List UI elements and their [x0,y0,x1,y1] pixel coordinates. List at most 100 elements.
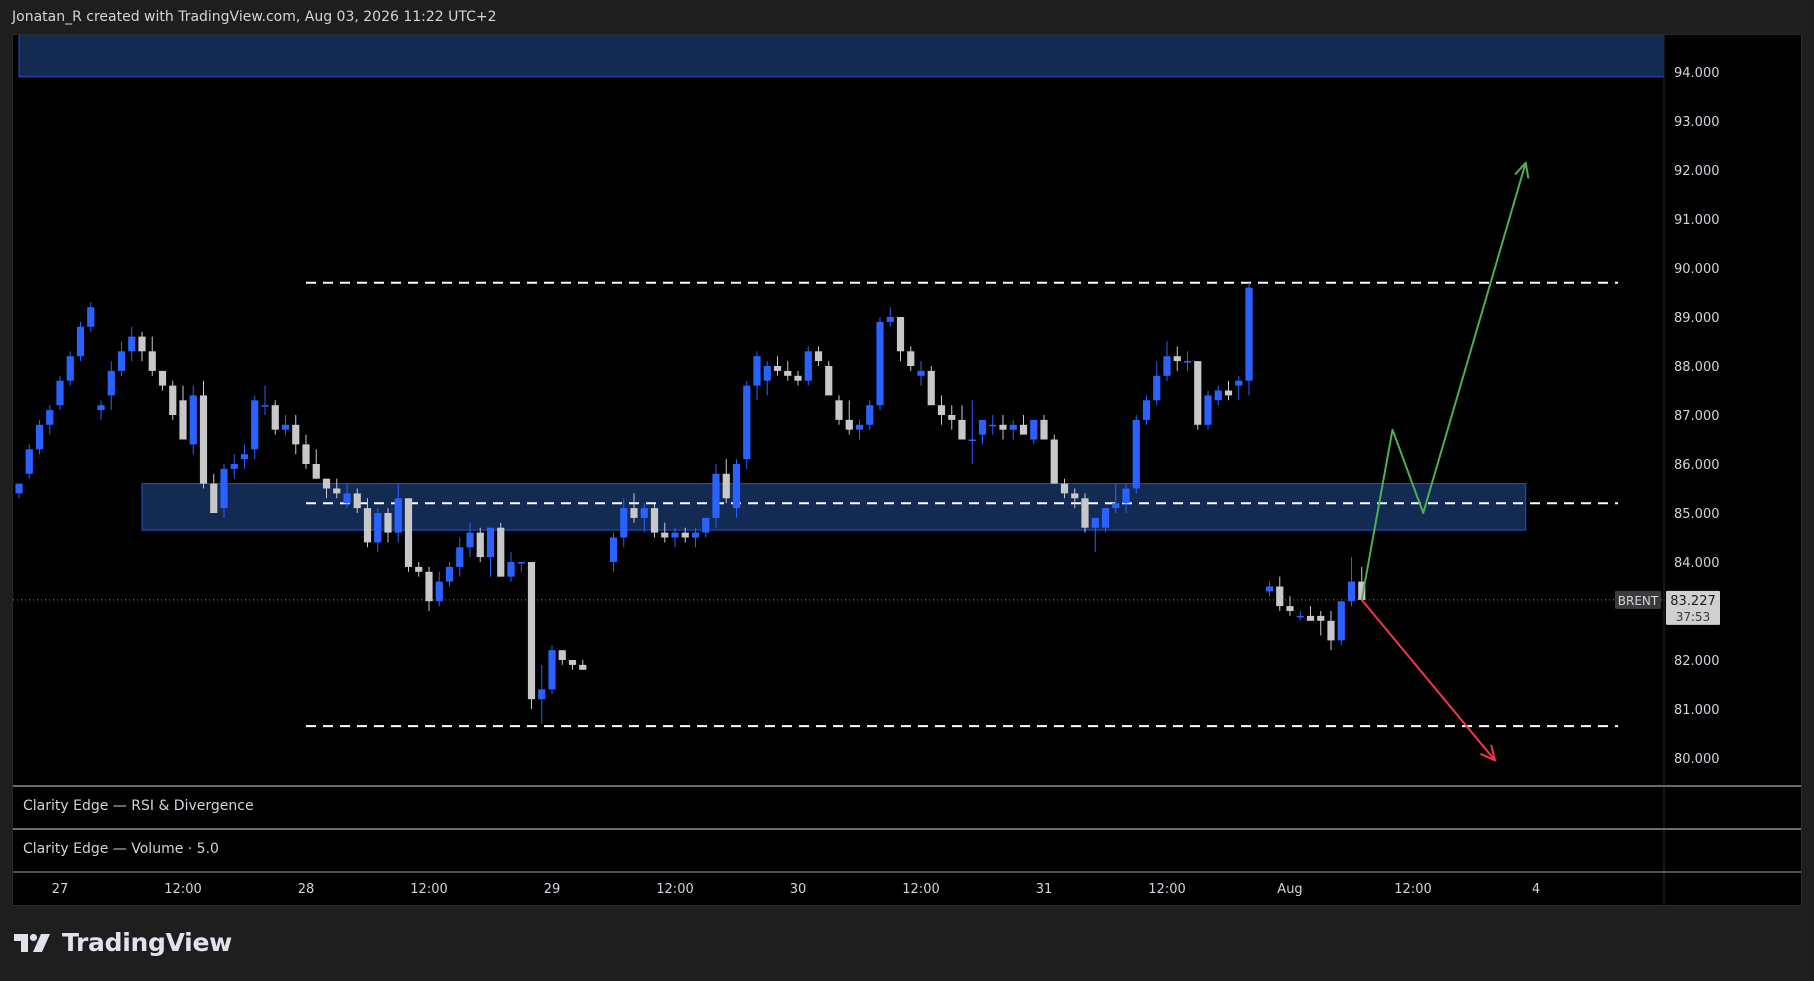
candle-body[interactable] [179,400,187,440]
zone-rect-1[interactable] [141,483,1527,531]
candle-body[interactable] [363,508,372,543]
candle-body[interactable] [210,483,218,513]
candle-body[interactable] [804,351,812,381]
candle-body[interactable] [220,468,228,509]
up-path-line[interactable] [1360,162,1527,601]
candle-body[interactable] [640,508,648,518]
rsi-pane-label[interactable]: Clarity Edge — RSI & Divergence [23,798,254,814]
candle-body[interactable] [312,464,320,479]
candle-body[interactable] [1153,375,1161,401]
candle-body[interactable] [107,370,115,396]
candle-body[interactable] [456,547,464,567]
candle-body[interactable] [1122,488,1130,504]
candle-body[interactable] [1296,615,1304,618]
candle-body[interactable] [1317,615,1325,621]
candle-body[interactable] [1245,287,1253,381]
candle-body[interactable] [1081,498,1089,528]
zone-rect-0[interactable] [18,33,1664,78]
candle-body[interactable] [609,537,618,563]
candle-body[interactable] [732,464,741,509]
candle-body[interactable] [1112,503,1120,509]
candle-body[interactable] [538,689,546,700]
candle-body[interactable] [1347,581,1356,602]
down-path-line[interactable] [1360,599,1496,762]
candle-body[interactable] [1204,395,1212,425]
candle-body[interactable] [466,532,474,548]
candle-body[interactable] [322,478,331,489]
candle-body[interactable] [671,532,679,538]
candle-body[interactable] [855,424,864,430]
candle-body[interactable] [1030,419,1038,440]
candle-body[interactable] [199,395,208,484]
candle-body[interactable] [292,424,300,445]
candle-body[interactable] [773,366,782,371]
candle-body[interactable] [415,566,423,572]
candle-body[interactable] [927,370,935,406]
candle-body[interactable] [579,664,587,670]
candle-body[interactable] [1040,419,1048,440]
candle-body[interactable] [1142,400,1151,420]
candle-body[interactable] [1071,493,1079,499]
candle-body[interactable] [148,351,156,371]
candle-body[interactable] [1214,390,1222,401]
candle-body[interactable] [1163,356,1171,376]
candle-body[interactable] [230,464,238,469]
candle-body[interactable] [1101,508,1110,528]
candle-body[interactable] [702,517,710,533]
candle-body[interactable] [302,444,310,464]
candle-body[interactable] [76,326,85,357]
candle-body[interactable] [374,513,382,543]
candle-body[interactable] [794,375,802,381]
candle-body[interactable] [907,351,915,366]
candle-body[interactable] [1276,586,1284,607]
candle-body[interactable] [835,400,843,420]
candle-body[interactable] [886,317,894,322]
candle-body[interactable] [558,650,566,660]
candle-body[interactable] [937,405,946,415]
candle-body[interactable] [1306,615,1315,621]
candle-body[interactable] [25,449,33,474]
candle-body[interactable] [661,532,669,538]
candle-body[interactable] [989,424,997,427]
candle-body[interactable] [271,405,279,430]
candle-body[interactable] [1235,380,1243,386]
candle-body[interactable] [999,424,1007,430]
candle-body[interactable] [384,513,392,533]
tradingview-footer[interactable]: TradingView [14,928,232,957]
candle-body[interactable] [896,317,905,352]
candle-body[interactable] [1060,483,1069,494]
candle-body[interactable] [763,366,771,381]
candle-body[interactable] [189,395,197,445]
candle-body[interactable] [814,351,823,362]
candle-body[interactable] [917,370,925,376]
candle-body[interactable] [753,356,761,386]
candle-body[interactable] [281,424,290,430]
candle-body[interactable] [722,473,730,499]
candle-body[interactable] [15,483,23,494]
candle-body[interactable] [240,454,249,460]
candle-body[interactable] [56,380,64,406]
candle-body[interactable] [866,405,874,425]
candle-body[interactable] [1009,424,1017,430]
candle-body[interactable] [404,498,413,567]
candle-body[interactable] [169,385,177,415]
candle-body[interactable] [353,493,361,509]
candle-body[interactable] [681,532,689,538]
candle-body[interactable] [497,527,505,577]
candle-body[interactable] [117,351,126,371]
candle-body[interactable] [978,419,987,435]
candle-body[interactable] [97,405,105,411]
candle-body[interactable] [476,532,484,558]
candle-body[interactable] [261,405,269,407]
candle-body[interactable] [158,370,167,386]
candle-body[interactable] [650,508,659,533]
candle-body[interactable] [1091,517,1099,528]
candle-body[interactable] [445,566,454,582]
candle-body[interactable] [691,532,700,538]
candle-body[interactable] [507,562,515,577]
candle-body[interactable] [548,650,556,690]
candle-body[interactable] [527,562,536,700]
candle-body[interactable] [825,366,833,396]
candle-body[interactable] [1327,620,1335,641]
candle-body[interactable] [1173,356,1181,362]
